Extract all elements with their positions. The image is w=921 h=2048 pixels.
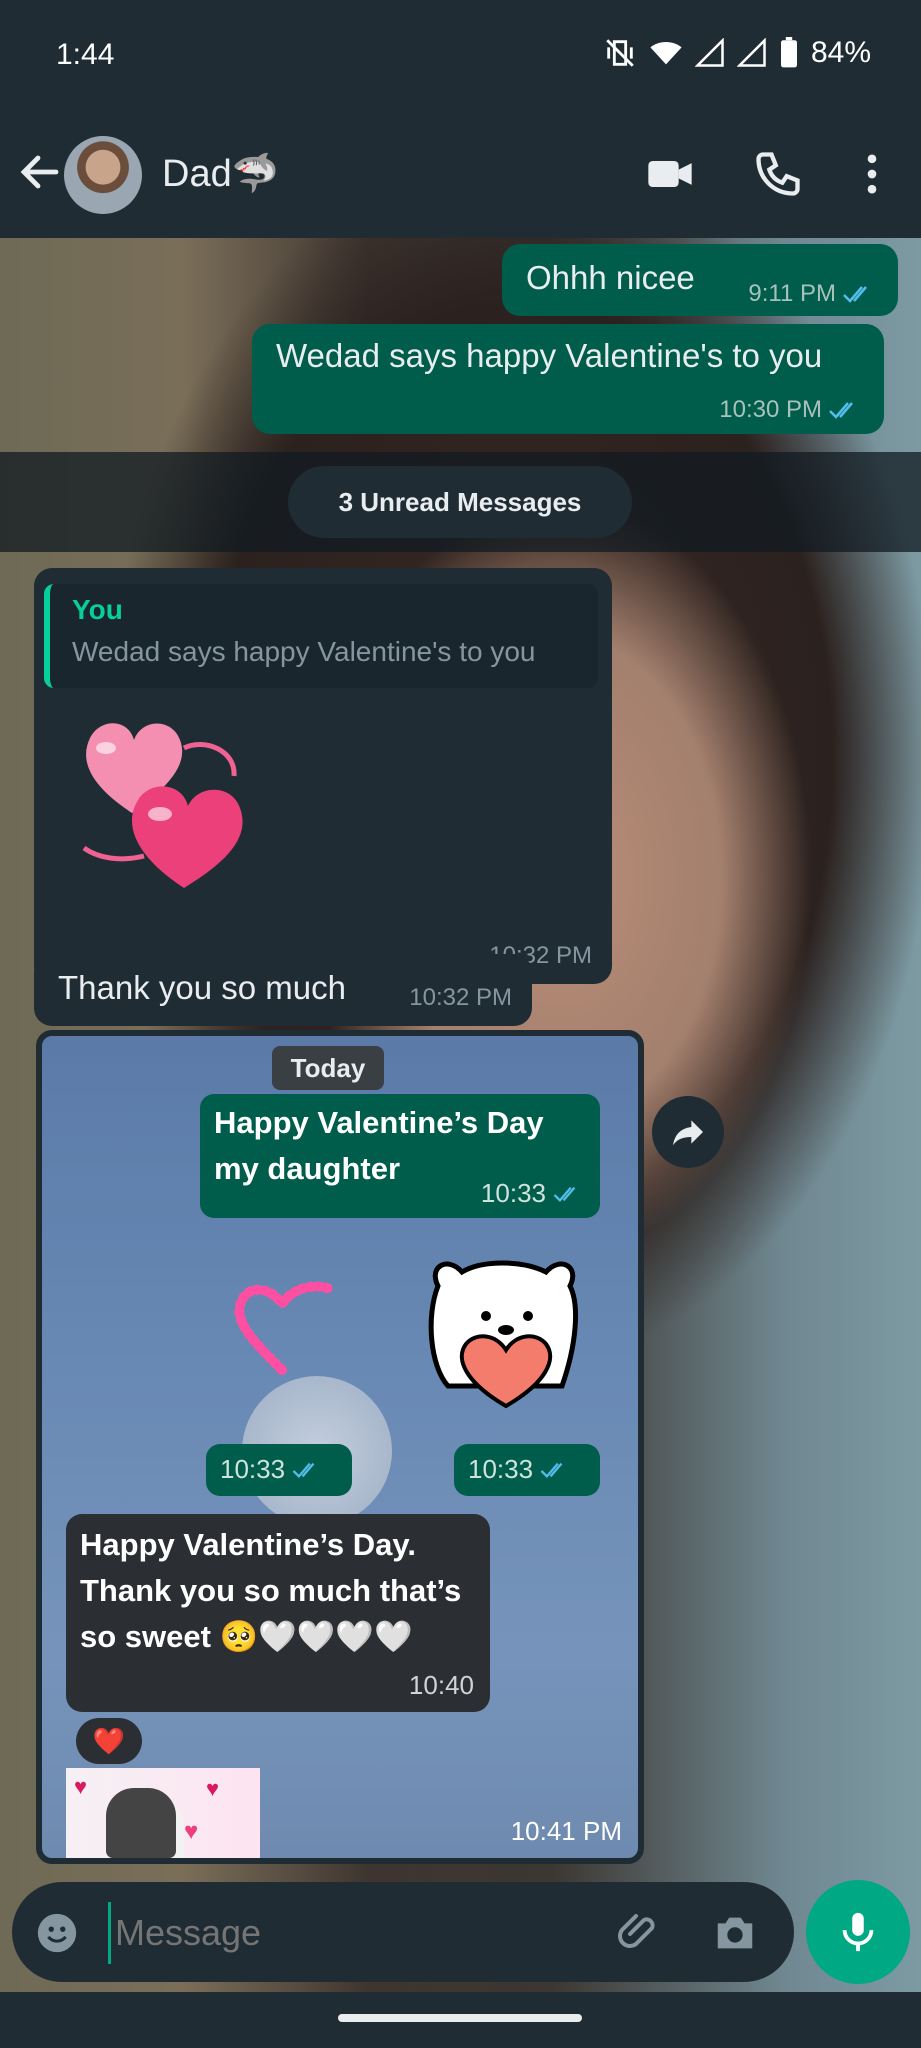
message-time: 9:11 PM [748, 280, 836, 307]
cat-figure [106, 1788, 176, 1858]
sticker-time: 10:33 [220, 1454, 286, 1484]
message-bubble[interactable]: Thank you so much 10:32 PM [34, 954, 532, 1026]
more-options-icon[interactable] [846, 148, 898, 200]
forward-icon [673, 1120, 703, 1146]
screenshot-reply-time: 10:40 [408, 1670, 474, 1700]
double-check-icon [829, 402, 853, 419]
reaction-emoji: ❤️ [92, 1725, 126, 1756]
screenshot-message-bubble: Happy Valentine’s Day my daughter 10:33 [200, 1094, 600, 1218]
reply-message-bubble[interactable]: You Wedad says happy Valentine's to you … [34, 568, 612, 984]
heart-icon: ♥ [74, 1774, 88, 1799]
status-time: 1:44 [56, 38, 115, 71]
back-arrow-icon[interactable] [16, 148, 64, 196]
screenshot-reply-line: Thank you so much that’s [80, 1573, 462, 1608]
message-meta: 9:11 PM [748, 280, 878, 308]
sticker-meta: 10:33 [468, 1454, 573, 1485]
heart-beads-sticker [234, 1281, 337, 1375]
message-bubble[interactable]: Ohhh nicee 9:11 PM [502, 244, 898, 316]
quote-text: Wedad says happy Valentine's to you [72, 636, 536, 667]
message-meta: 10:30 PM [719, 396, 864, 424]
contact-name[interactable]: Dad🦈 [162, 152, 279, 196]
message-text: Wedad says happy Valentine's to you [276, 337, 823, 374]
system-nav-bar [0, 1992, 921, 2048]
voice-message-button[interactable] [806, 1880, 910, 1984]
double-check-icon [553, 1186, 576, 1202]
home-indicator[interactable] [338, 2014, 582, 2022]
double-check-icon [540, 1462, 563, 1478]
sticker-time: 10:33 [468, 1454, 534, 1484]
sticker-time-badge: 10:33 [206, 1444, 352, 1496]
heart-reaction: ❤️ [76, 1718, 142, 1764]
screenshot-reply-line: so sweet 🥺🤍🤍🤍🤍 [80, 1619, 413, 1654]
sticker-meta: 10:33 [220, 1454, 325, 1485]
forward-button[interactable] [652, 1096, 724, 1168]
camera-icon[interactable] [712, 1910, 758, 1956]
top-bar: 1:44 84% Dad🦈 [0, 0, 921, 238]
screenshot-reply-bubble: Happy Valentine’s Day. Thank you so much… [66, 1514, 490, 1712]
message-time: 10:32 PM [409, 984, 512, 1011]
vibrate-off-icon [606, 39, 634, 67]
screenshot-message-meta: 10:33 [481, 1178, 586, 1209]
battery-icon [780, 37, 797, 68]
double-check-icon [843, 286, 867, 303]
emoji-icon[interactable] [34, 1910, 80, 1956]
unread-messages-badge: 3 Unread Messages [288, 466, 632, 538]
screenshot-message-line: my daughter [214, 1151, 401, 1186]
voice-call-icon[interactable] [752, 148, 804, 200]
status-icons: 84% [603, 36, 871, 70]
chat-header: Dad🦈 [0, 130, 921, 220]
message-text: Ohhh nicee [526, 259, 695, 296]
quote-author: You [72, 594, 123, 625]
signal-icon-2 [736, 38, 766, 67]
heart-icon: ♥ [206, 1776, 220, 1801]
chat-area[interactable]: Ohhh nicee 9:11 PM Wedad says happy Vale… [0, 238, 921, 1992]
screenshot-message-line: Happy Valentine’s Day [214, 1105, 544, 1140]
two-hearts-sticker [82, 723, 243, 888]
message-input[interactable] [108, 1902, 617, 1964]
wifi-icon [650, 42, 682, 65]
screenshot-reply-line: Happy Valentine’s Day. [80, 1527, 416, 1562]
message-time: 10:30 PM [719, 396, 822, 423]
image-time: 10:41 PM [510, 1816, 622, 1846]
sticker-time-badge: 10:33 [454, 1444, 600, 1496]
double-check-icon [292, 1462, 315, 1478]
heart-icon: ♥ [184, 1818, 199, 1845]
microphone-icon [842, 1912, 874, 1952]
message-text: Thank you so much [58, 969, 346, 1006]
image-message[interactable]: Today Happy Valentine’s Day my daughter … [36, 1030, 644, 1864]
avatar[interactable] [64, 136, 142, 214]
quoted-message[interactable]: You Wedad says happy Valentine's to you [44, 584, 598, 688]
bear-heart-sticker [428, 1260, 579, 1409]
signal-icon [694, 38, 724, 67]
date-chip: Today [272, 1046, 384, 1090]
attach-icon[interactable] [616, 1908, 664, 1956]
message-bubble[interactable]: Wedad says happy Valentine's to you 10:3… [252, 324, 884, 434]
battery-percent: 84% [810, 36, 871, 69]
video-call-icon[interactable] [644, 148, 696, 200]
message-composer [12, 1882, 794, 1982]
image-thumbnail: ♥ ♥ ♥ [66, 1768, 260, 1858]
screenshot-message-time: 10:33 [480, 1178, 546, 1208]
